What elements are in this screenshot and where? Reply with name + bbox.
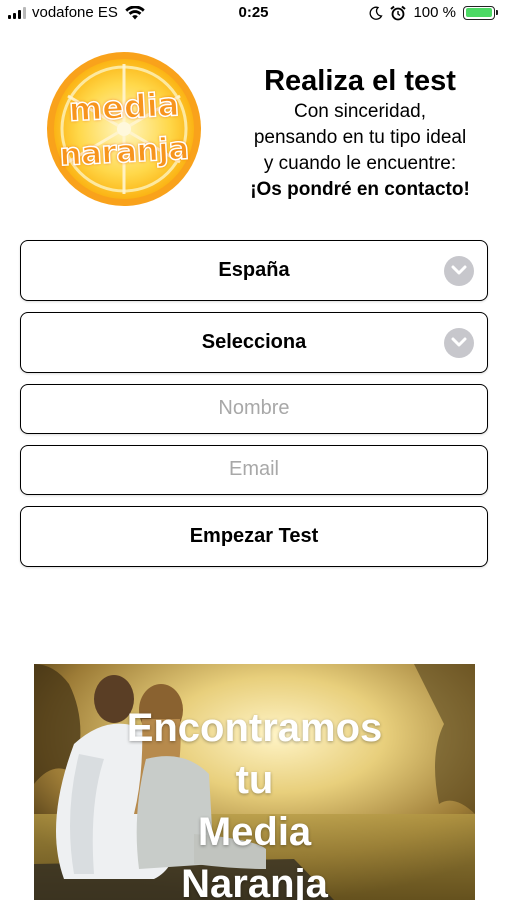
battery-fill	[465, 8, 492, 17]
banner-line-2: tu	[235, 758, 274, 802]
screen: vodafone ES 0:25 100 % media naranja Rea…	[0, 0, 507, 900]
name-input-placeholder: Nombre	[218, 397, 290, 419]
page-title: Realiza el test	[264, 65, 456, 97]
chevron-down-icon	[444, 256, 474, 286]
battery-icon	[463, 5, 498, 20]
battery-percent: 100 %	[413, 4, 456, 21]
banner-headline: Encontramos tu Media Naranja	[34, 702, 475, 900]
country-select[interactable]: España	[20, 240, 488, 301]
moon-icon	[370, 6, 384, 20]
gender-select-value: Selecciona	[201, 331, 307, 353]
banner-line-4: Naranja	[181, 862, 328, 900]
email-input-placeholder: Email	[228, 458, 279, 480]
subtitle-line-1: Con sinceridad,	[293, 101, 427, 122]
status-right: 100 %	[369, 4, 498, 21]
status-bar: vodafone ES 0:25 100 %	[0, 0, 507, 26]
country-select-value: España	[218, 259, 290, 281]
alarm-icon	[390, 5, 407, 20]
banner-line-1: Encontramos	[126, 706, 383, 750]
subtitle-line-3: y cuando le encuentre:	[263, 153, 457, 174]
banner-line-3: Media	[197, 810, 312, 854]
orange-slice-icon	[47, 52, 201, 206]
chevron-down-icon	[444, 328, 474, 358]
name-input[interactable]: Nombre	[20, 384, 488, 434]
header-text-block: Realiza el test Con sinceridad, pensando…	[212, 63, 507, 203]
contact-promise: ¡Os pondré en contacto!	[250, 179, 470, 200]
media-naranja-logo: media naranja	[44, 50, 204, 208]
promo-banner: Encontramos tu Media Naranja	[34, 664, 475, 900]
gender-select[interactable]: Selecciona	[20, 312, 488, 373]
subtitle-line-2: pensando en tu tipo ideal	[253, 127, 467, 148]
email-input[interactable]: Email	[20, 445, 488, 495]
start-test-button[interactable]: Empezar Test	[20, 506, 488, 567]
start-test-button-label: Empezar Test	[189, 525, 319, 547]
